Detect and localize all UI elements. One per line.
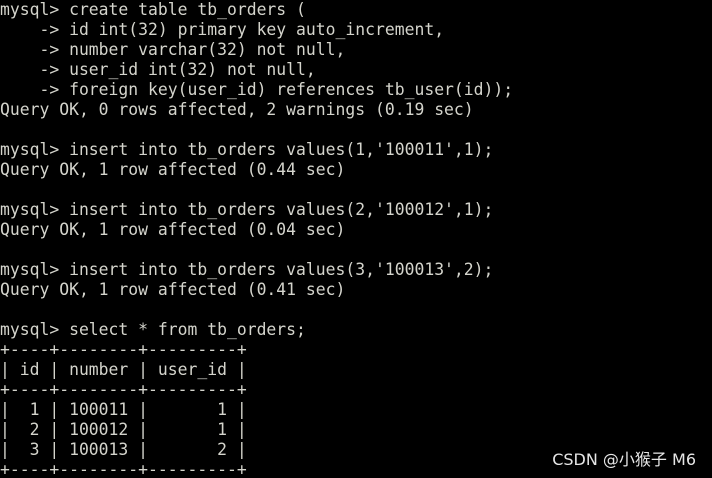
command-line: mysql> insert into tb_orders values(3,'1… <box>0 260 494 279</box>
table-border-line: +----+--------+---------+ <box>0 340 247 359</box>
table-border-line: +----+--------+---------+ <box>0 460 247 478</box>
query-result-line: Query OK, 1 row affected (0.04 sec) <box>0 220 346 239</box>
command-continuation-line: -> id int(32) primary key auto_increment… <box>0 20 445 39</box>
terminal-window[interactable]: mysql> create table tb_orders ( -> id in… <box>0 0 712 478</box>
terminal-output: mysql> create table tb_orders ( -> id in… <box>0 0 513 478</box>
csdn-watermark: CSDN @小猴子 M6 <box>552 450 696 469</box>
query-result-line: Query OK, 1 row affected (0.44 sec) <box>0 160 346 179</box>
query-result-line: Query OK, 0 rows affected, 2 warnings (0… <box>0 100 474 119</box>
query-result-line: Query OK, 1 row affected (0.41 sec) <box>0 280 346 299</box>
command-continuation-line: -> foreign key(user_id) references tb_us… <box>0 80 514 99</box>
command-line: mysql> select * from tb_orders; <box>0 320 306 339</box>
command-continuation-line: -> number varchar(32) not null, <box>0 40 346 59</box>
table-header-row: | id | number | user_id | <box>0 360 247 379</box>
command-line: mysql> insert into tb_orders values(2,'1… <box>0 200 494 219</box>
table-row: | 3 | 100013 | 2 | <box>0 440 247 459</box>
command-line: mysql> create table tb_orders ( <box>0 0 306 19</box>
table-row: | 2 | 100012 | 1 | <box>0 420 247 439</box>
table-border-line: +----+--------+---------+ <box>0 380 247 399</box>
command-line: mysql> insert into tb_orders values(1,'1… <box>0 140 494 159</box>
table-row: | 1 | 100011 | 1 | <box>0 400 247 419</box>
command-continuation-line: -> user_id int(32) not null, <box>0 60 316 79</box>
